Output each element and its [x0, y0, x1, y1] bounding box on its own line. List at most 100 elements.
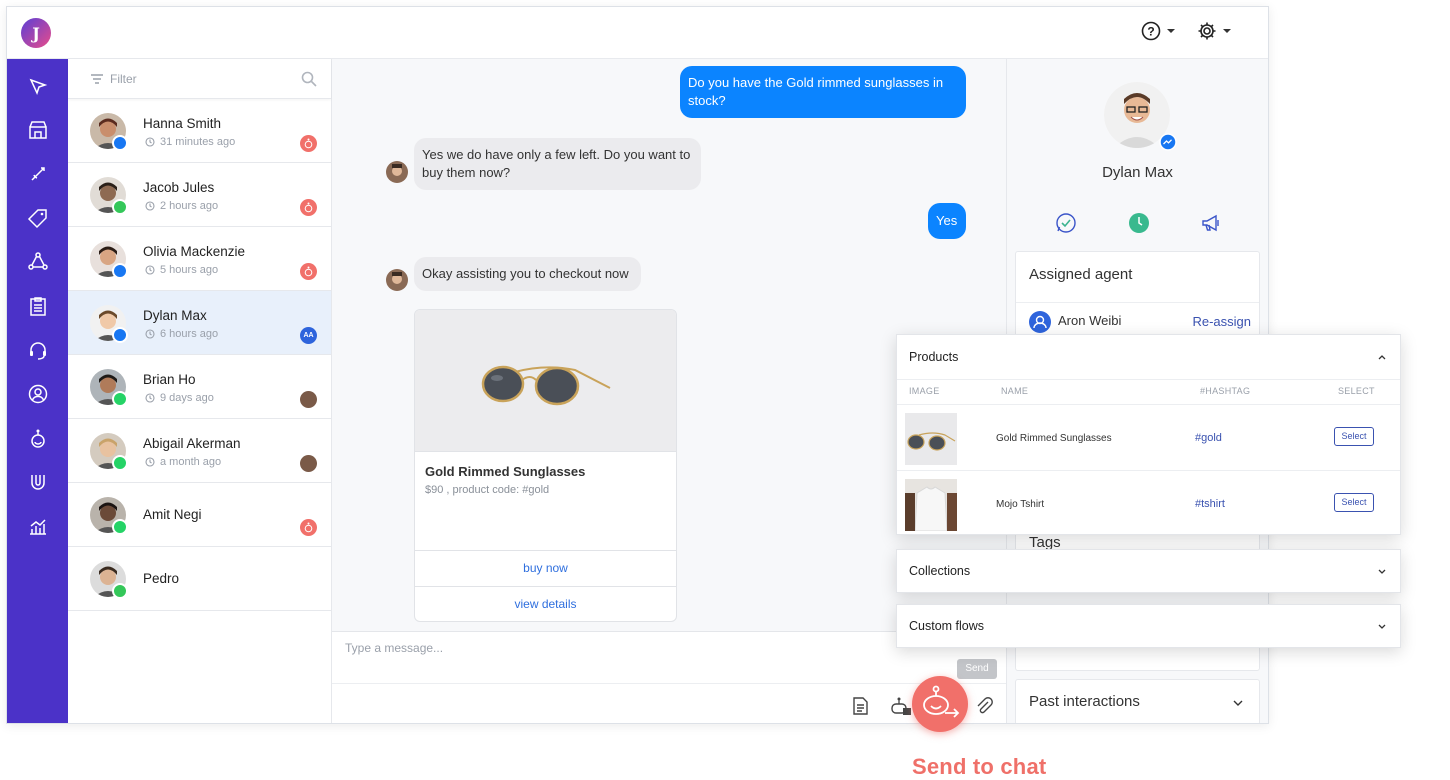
chevron-down-icon [1167, 29, 1175, 33]
clock-icon [145, 201, 155, 211]
products-popup: Products IMAGE NAME #HASHTAG SELECT Gold… [896, 334, 1401, 535]
buy-now-button[interactable]: buy now [415, 550, 676, 585]
bot-flow-icon[interactable] [890, 696, 912, 716]
filter-icon [91, 74, 103, 84]
product-hashtag: #gold [1195, 432, 1222, 444]
clipboard-icon[interactable] [27, 295, 49, 317]
select-button[interactable]: Select [1334, 427, 1374, 446]
contact-name: Hanna Smith [143, 116, 222, 131]
whatsapp-icon [112, 391, 128, 407]
broadcast-icon[interactable] [27, 163, 49, 185]
section-title: Assigned agent [1029, 266, 1133, 283]
app-logo[interactable]: J [21, 18, 51, 48]
message-bubble-outgoing: Yes [928, 203, 966, 239]
message-input[interactable]: Type a message... [345, 641, 443, 655]
imessage-icon [112, 199, 128, 215]
table-row: Gold Rimmed Sunglasses #gold Select [897, 404, 1400, 470]
whatsapp-status-icon[interactable] [1055, 212, 1077, 234]
user-icon[interactable] [27, 383, 49, 405]
reassign-link[interactable]: Re-assign [1192, 314, 1251, 329]
message-bubble-incoming: Okay assisting you to checkout now [414, 257, 641, 291]
megaphone-icon[interactable] [1200, 212, 1222, 234]
whatsapp-icon [112, 455, 128, 471]
product-title: Gold Rimmed Sunglasses [425, 464, 586, 479]
message-text: Yes we do have only a few left. Do you w… [422, 147, 691, 180]
magnet-icon[interactable] [27, 471, 49, 493]
send-to-chat-button[interactable] [912, 676, 968, 732]
contact-time: 31 minutes ago [145, 136, 235, 148]
contact-row[interactable]: Hanna Smith 31 minutes ago [68, 99, 331, 163]
clock-icon [145, 329, 155, 339]
contact-time: 6 hours ago [145, 328, 218, 340]
contact-time-text: 5 hours ago [160, 264, 219, 276]
agent-name: Aron Weibi [1058, 313, 1122, 328]
bot-icon[interactable] [27, 427, 49, 449]
collections-section[interactable]: Collections [896, 549, 1401, 593]
messenger-icon [112, 263, 128, 279]
contact-row[interactable]: Pedro [68, 547, 331, 611]
select-button[interactable]: Select [1334, 493, 1374, 512]
clock-icon[interactable] [1128, 212, 1150, 234]
custom-flows-title: Custom flows [909, 619, 985, 633]
messenger-icon [1159, 133, 1177, 151]
column-header: SELECT [1338, 386, 1375, 396]
contact-row[interactable]: Brian Ho 9 days ago [68, 355, 331, 419]
messenger-icon [112, 327, 128, 343]
agent-avatar-badge [300, 455, 317, 472]
section-title: Past interactions [1029, 693, 1140, 710]
svg-text:?: ? [1147, 25, 1154, 39]
product-hashtag: #tshirt [1195, 498, 1225, 510]
contacts-panel: Filter Hanna Smith 31 minutes ago Jacob Ju… [68, 59, 332, 723]
column-header: IMAGE [909, 386, 940, 396]
products-title: Products [909, 350, 959, 364]
message-text: Yes [936, 213, 958, 228]
send-to-chat-label: Send to chat [912, 754, 1047, 779]
contact-row[interactable]: Olivia Mackenzie 5 hours ago [68, 227, 331, 291]
bot-send-icon [923, 685, 960, 718]
product-thumbnail [905, 413, 957, 465]
contact-name: Jacob Jules [143, 180, 215, 195]
store-icon[interactable] [27, 119, 49, 141]
bot-badge-icon [300, 263, 317, 280]
template-icon[interactable] [850, 696, 870, 716]
chevron-down-icon [1223, 29, 1231, 33]
collections-title: Collections [909, 564, 971, 578]
support-icon[interactable] [27, 339, 49, 361]
chevron-up-icon[interactable] [1378, 354, 1386, 360]
view-details-button[interactable]: view details [415, 586, 676, 621]
contact-row[interactable]: Jacob Jules 2 hours ago [68, 163, 331, 227]
contact-row[interactable]: Amit Negi [68, 483, 331, 547]
column-header: NAME [1001, 386, 1029, 396]
message-text: Do you have the Gold rimmed sunglasses i… [688, 75, 944, 108]
message-text: Okay assisting you to checkout now [422, 266, 629, 281]
custom-flows-section[interactable]: Custom flows [896, 604, 1401, 648]
contact-row[interactable]: Abigail Akerman a month ago [68, 419, 331, 483]
product-subtitle: $90 , product code: #gold [425, 484, 550, 496]
product-name: Gold Rimmed Sunglasses [996, 433, 1112, 444]
send-icon[interactable] [27, 75, 49, 97]
flows-icon[interactable] [27, 251, 49, 273]
profile-name: Dylan Max [1102, 164, 1173, 181]
tag-icon[interactable] [27, 207, 49, 229]
agent-avatar-icon [1029, 311, 1051, 333]
clock-icon [145, 393, 155, 403]
contact-row[interactable]: Dylan Max 6 hours ago AA [68, 291, 331, 355]
agent-initials-badge: AA [300, 327, 317, 344]
search-icon[interactable] [301, 71, 317, 87]
avatar [386, 161, 408, 183]
contact-name: Dylan Max [143, 308, 207, 323]
message-bubble-incoming: Yes we do have only a few left. Do you w… [414, 138, 701, 190]
help-menu[interactable]: ? [1141, 21, 1175, 41]
clock-icon [145, 265, 155, 275]
analytics-icon[interactable] [27, 515, 49, 537]
past-interactions-section[interactable]: Past interactions [1015, 679, 1260, 723]
whatsapp-icon [112, 519, 128, 535]
agent-avatar-badge [300, 391, 317, 408]
left-nav [7, 59, 68, 723]
chevron-down-icon [1378, 624, 1386, 629]
contact-name: Abigail Akerman [143, 436, 241, 451]
settings-menu[interactable] [1197, 21, 1231, 41]
attachment-icon[interactable] [974, 696, 994, 716]
filter-bar[interactable]: Filter [68, 59, 331, 99]
contact-time-text: 6 hours ago [160, 328, 219, 340]
